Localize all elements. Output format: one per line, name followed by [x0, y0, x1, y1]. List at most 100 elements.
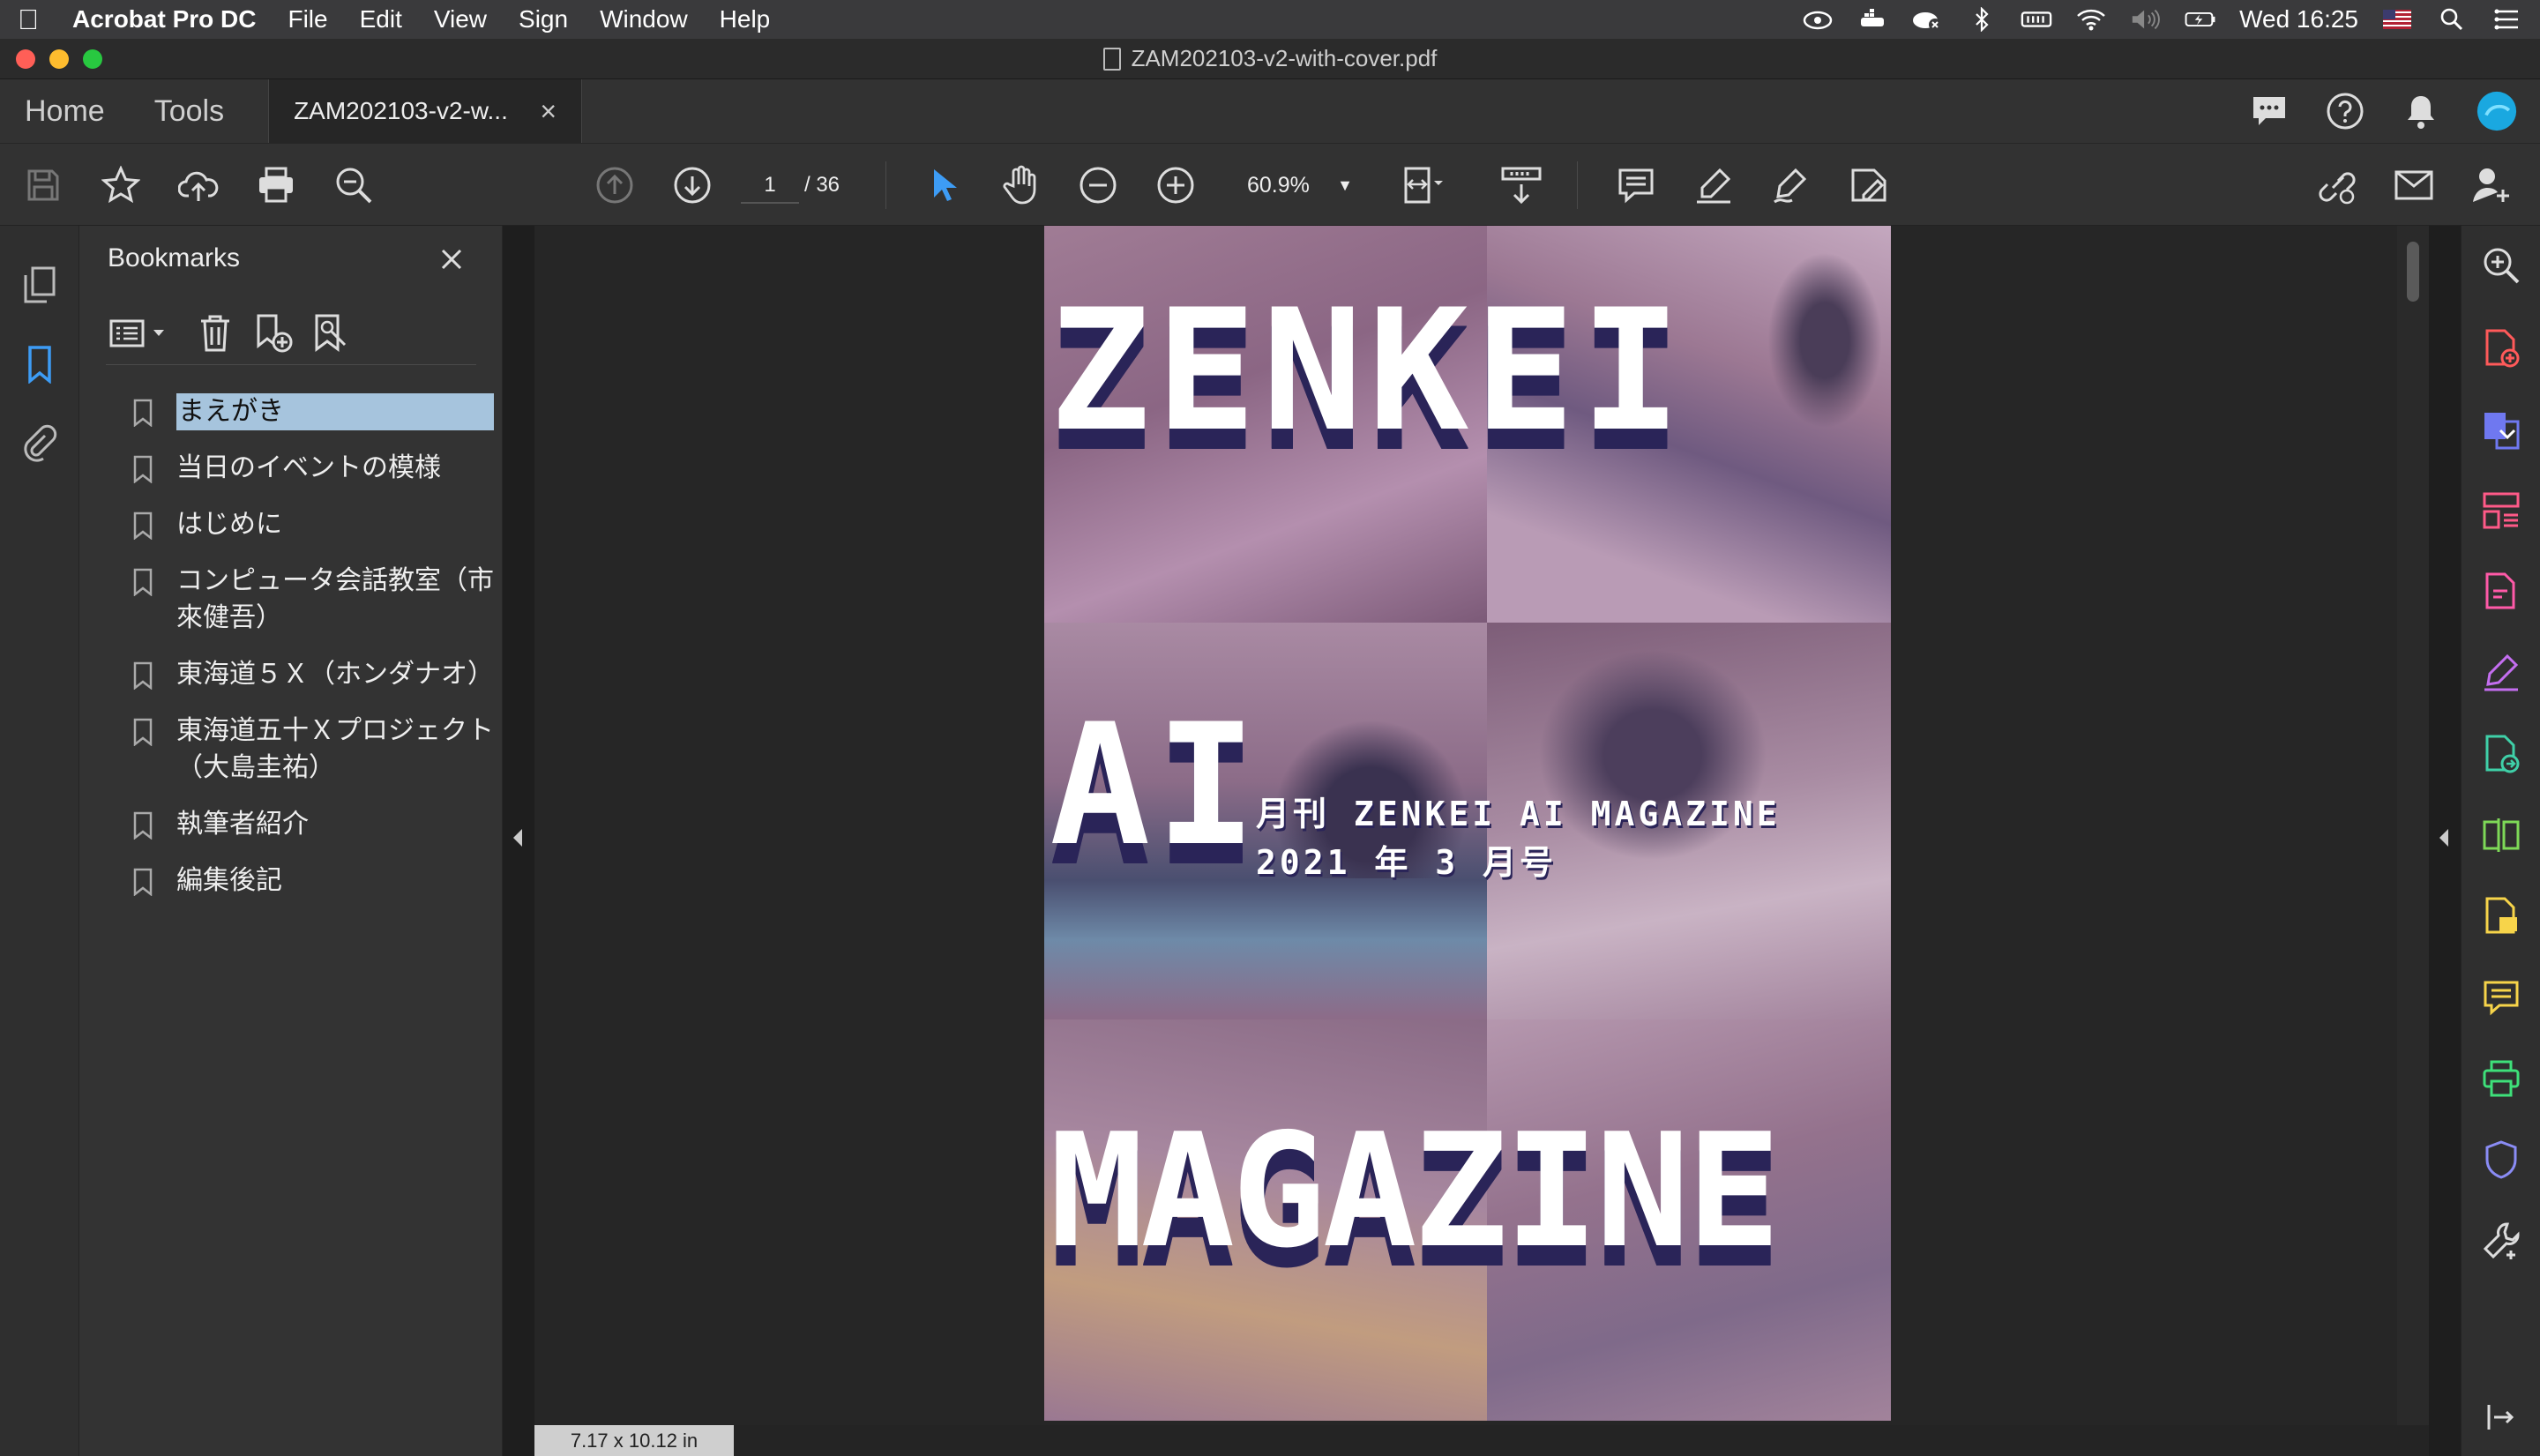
- find-text-icon[interactable]: [332, 163, 376, 207]
- collapse-left-panel-icon[interactable]: [510, 825, 526, 850]
- creative-cloud-icon[interactable]: [1911, 7, 1943, 32]
- expand-right-panel-icon[interactable]: [2436, 825, 2452, 850]
- cover-title-word-1: ZENKEI: [1050, 273, 1687, 468]
- comment-icon[interactable]: [1614, 163, 1658, 207]
- cover-subtitle: 月刊 ZENKEI AI MAGAZINE 2021 年 3 月号: [1256, 795, 1781, 882]
- save-icon[interactable]: [21, 163, 65, 207]
- close-window-button[interactable]: [16, 49, 35, 69]
- tab-bar: Home Tools ZAM202103-v2-w... ×: [0, 79, 2540, 143]
- notifications-bell-icon[interactable]: [2401, 91, 2441, 131]
- help-icon[interactable]: [2325, 91, 2365, 131]
- tab-document[interactable]: ZAM202103-v2-w... ×: [268, 79, 583, 143]
- minimize-window-button[interactable]: [49, 49, 69, 69]
- comment-tool-icon[interactable]: [2479, 975, 2523, 1019]
- bookmark-item[interactable]: 執筆者紹介: [132, 806, 494, 843]
- wifi-icon[interactable]: [2075, 7, 2107, 32]
- chat-icon[interactable]: [2249, 91, 2290, 131]
- hand-tool-icon[interactable]: [998, 163, 1042, 207]
- toolbar-divider: [885, 161, 886, 209]
- share-file-icon[interactable]: [2479, 894, 2523, 938]
- memory-icon[interactable]: [2021, 7, 2052, 32]
- upload-cloud-icon[interactable]: [176, 163, 220, 207]
- menu-window[interactable]: Window: [600, 5, 688, 34]
- volume-icon[interactable]: [2130, 7, 2162, 32]
- find-bookmark-icon[interactable]: [310, 312, 353, 355]
- zoom-search-icon[interactable]: [2479, 243, 2523, 287]
- edit-pdf-icon[interactable]: [2479, 570, 2523, 614]
- more-tools-icon[interactable]: [2479, 1219, 2523, 1263]
- bookmark-options-menu[interactable]: [106, 312, 171, 355]
- bookmark-label: 編集後記: [176, 866, 282, 895]
- page-number-input[interactable]: 1: [741, 167, 799, 204]
- clock-text[interactable]: Wed 16:25: [2239, 5, 2358, 33]
- bookmark-item[interactable]: 当日のイベントの模様: [132, 450, 494, 487]
- bookmarks-icon[interactable]: [18, 342, 62, 386]
- user-avatar[interactable]: [2476, 91, 2517, 131]
- zoom-window-button[interactable]: [83, 49, 102, 69]
- add-user-icon[interactable]: [2469, 163, 2514, 207]
- menu-help[interactable]: Help: [720, 5, 771, 34]
- bookmarks-panel-title: Bookmarks: [108, 243, 241, 273]
- selection-tool-icon[interactable]: [921, 163, 965, 207]
- menu-view[interactable]: View: [434, 5, 487, 34]
- print-icon[interactable]: [254, 163, 298, 207]
- star-bookmark-icon[interactable]: [99, 163, 143, 207]
- bookmark-item[interactable]: 東海道５Ｘ（ホンダナオ）: [132, 656, 494, 693]
- protect-shield-icon[interactable]: [2479, 1138, 2523, 1182]
- menu-app-name[interactable]: Acrobat Pro DC: [72, 5, 256, 34]
- highlight-pen-icon[interactable]: [1692, 163, 1736, 207]
- spotlight-search-icon[interactable]: [2436, 7, 2468, 32]
- export-pdf-icon[interactable]: [2479, 407, 2523, 452]
- page-thumbnails-icon[interactable]: [18, 263, 62, 307]
- zoom-level-dropdown[interactable]: 60.9% ▼: [1228, 167, 1360, 204]
- zoom-out-icon[interactable]: [1076, 163, 1120, 207]
- bookmark-item[interactable]: 編集後記: [132, 862, 494, 900]
- scrolling-mode-icon[interactable]: [1499, 163, 1543, 207]
- page-fit-icon[interactable]: [1401, 163, 1445, 207]
- print-production-icon[interactable]: [2479, 1057, 2523, 1101]
- delete-bookmark-icon[interactable]: [194, 312, 236, 355]
- pdf-document-icon: [1102, 47, 1121, 71]
- previous-page-icon[interactable]: [593, 163, 637, 207]
- cloud-sync-icon[interactable]: [1802, 7, 1834, 32]
- collapse-tools-pane-icon[interactable]: [2479, 1395, 2523, 1439]
- close-panel-button[interactable]: [432, 240, 471, 279]
- bookmark-item[interactable]: 東海道五十Ｘプロジェクト（大島圭祐）: [132, 713, 494, 787]
- tab-tools[interactable]: Tools: [130, 94, 249, 129]
- bluetooth-icon[interactable]: [1966, 7, 1998, 32]
- fill-sign-icon[interactable]: [1847, 163, 1891, 207]
- zoom-in-icon[interactable]: [1154, 163, 1198, 207]
- bookmarks-panel: Bookmarks まえがき 当日のイベントの模様 はじめに コンピュータ会話教…: [79, 226, 503, 1456]
- attachments-icon[interactable]: [18, 422, 62, 466]
- docker-icon[interactable]: [1856, 7, 1888, 32]
- organize-pages-icon[interactable]: [2479, 489, 2523, 533]
- vertical-scrollbar[interactable]: [2397, 226, 2429, 1425]
- menu-edit[interactable]: Edit: [360, 5, 402, 34]
- close-tab-button[interactable]: ×: [540, 95, 557, 128]
- chevron-down-icon: ▼: [1337, 176, 1353, 194]
- menu-file[interactable]: File: [288, 5, 327, 34]
- apple-icon[interactable]: : [18, 4, 53, 36]
- bookmark-item[interactable]: はじめに: [132, 506, 494, 543]
- menu-sign[interactable]: Sign: [519, 5, 568, 34]
- create-pdf-icon[interactable]: [2479, 326, 2523, 370]
- email-icon[interactable]: [2392, 163, 2436, 207]
- compare-files-icon[interactable]: [2479, 813, 2523, 857]
- tab-home[interactable]: Home: [0, 94, 130, 129]
- control-center-icon[interactable]: [2491, 7, 2522, 32]
- us-flag-icon[interactable]: [2381, 7, 2413, 32]
- tree-silhouette: [1767, 252, 1882, 429]
- right-tools-rail: [2461, 226, 2540, 1456]
- new-bookmark-icon[interactable]: [252, 312, 295, 355]
- next-page-icon[interactable]: [670, 163, 714, 207]
- bookmark-label: 東海道５Ｘ（ホンダナオ）: [176, 660, 494, 689]
- bookmark-item[interactable]: まえがき: [132, 393, 494, 430]
- send-for-signature-icon[interactable]: [2479, 732, 2523, 776]
- battery-icon[interactable]: [2185, 7, 2216, 32]
- window-titlebar: ZAM202103-v2-with-cover.pdf: [0, 39, 2540, 79]
- scrollbar-thumb[interactable]: [2407, 242, 2419, 302]
- fill-and-sign-icon[interactable]: [2479, 651, 2523, 695]
- share-link-icon[interactable]: [2314, 163, 2358, 207]
- bookmark-item[interactable]: コンピュータ会話教室（市來健吾）: [132, 563, 494, 637]
- draw-sign-icon[interactable]: [1769, 163, 1813, 207]
